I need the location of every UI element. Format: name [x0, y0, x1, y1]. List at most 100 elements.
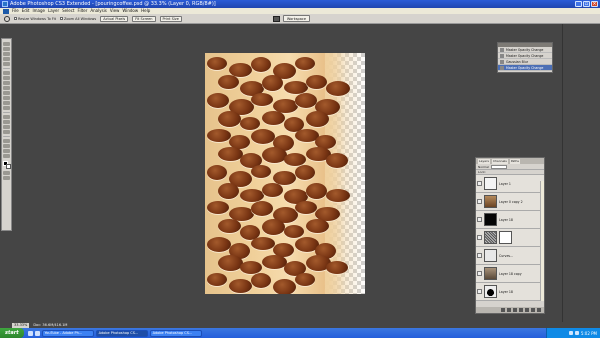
taskbar-item[interactable]: Adobe Photoshop CS... [149, 329, 202, 337]
notes-tool-icon[interactable] [3, 139, 10, 143]
maximize-button[interactable]: ▫ [583, 1, 590, 7]
type-tool-icon[interactable] [3, 120, 10, 124]
adjustment-layer-icon[interactable] [519, 308, 523, 312]
start-button[interactable]: start [0, 328, 24, 338]
layer-thumbnail [484, 177, 497, 190]
texture-oval [326, 153, 348, 168]
fit-screen-button[interactable]: Fit Screen [132, 15, 156, 22]
texture-oval [273, 279, 296, 294]
new-layer-icon[interactable] [531, 308, 535, 312]
gradient-tool-icon[interactable] [3, 96, 10, 100]
tab-layers[interactable]: Layers [478, 158, 490, 164]
history-state-icon [500, 47, 504, 52]
layer-name: Layer 18 [499, 289, 513, 294]
blend-mode-select[interactable]: Normal [478, 165, 489, 169]
windows-taskbar: start YouTube - Adobe Ph... Adobe Photos… [0, 328, 600, 338]
link-layers-icon[interactable] [501, 308, 505, 312]
quick-mask-icon[interactable] [3, 171, 10, 175]
visibility-eye-icon[interactable] [477, 253, 482, 258]
texture-oval [251, 237, 275, 250]
print-size-button[interactable]: Print Size [159, 15, 182, 22]
new-group-icon[interactable] [525, 308, 529, 312]
zoom-level-field[interactable]: 33.33% [12, 322, 30, 328]
palette-well-icon[interactable] [272, 15, 280, 22]
system-tray: 5:02 PM [546, 328, 600, 338]
dodge-tool-icon[interactable] [3, 106, 10, 110]
healing-brush-tool-icon[interactable] [3, 71, 10, 75]
texture-oval [295, 201, 317, 214]
history-state-icon [500, 53, 504, 58]
workspace-button[interactable]: Workspace [282, 15, 310, 22]
marquee-tool-icon[interactable] [3, 47, 10, 51]
magic-wand-tool-icon[interactable] [3, 57, 10, 61]
color-swatches[interactable] [2, 161, 11, 170]
actual-pixels-button[interactable]: Actual Pixels [100, 15, 129, 22]
zoom-tool-icon[interactable] [4, 15, 10, 22]
history-brush-tool-icon[interactable] [3, 86, 10, 90]
texture-oval [251, 165, 271, 178]
layers-scrollbar[interactable] [540, 181, 544, 301]
eraser-tool-icon[interactable] [3, 91, 10, 95]
texture-oval [218, 183, 239, 199]
layers-panel: Layers Channels Paths Normal Lock: Layer… [475, 157, 545, 314]
texture-oval [207, 273, 227, 286]
delete-layer-icon[interactable] [537, 308, 541, 312]
screen-mode-icon[interactable] [3, 176, 10, 180]
history-state-icon [500, 65, 504, 70]
layer-row[interactable] [476, 229, 544, 247]
pen-tool-icon[interactable] [3, 115, 10, 119]
blur-tool-icon[interactable] [3, 101, 10, 105]
layer-row[interactable]: Curves... [476, 247, 544, 265]
background-color[interactable] [5, 164, 11, 169]
brush-tool-icon[interactable] [3, 76, 10, 80]
shape-tool-icon[interactable] [3, 130, 10, 134]
visibility-eye-icon[interactable] [477, 235, 482, 240]
layer-name: Curves... [499, 253, 514, 258]
texture-oval [306, 111, 329, 127]
layer-row[interactable]: Layer 18 [476, 283, 544, 301]
history-item-active[interactable]: Master Opacity Change [498, 65, 552, 71]
minimize-button[interactable]: _ [575, 1, 582, 7]
tab-channels[interactable]: Channels [491, 158, 508, 164]
taskbar-item-active[interactable]: Adobe Photoshop CS... [95, 329, 148, 337]
path-selection-tool-icon[interactable] [3, 125, 10, 129]
close-button[interactable]: × [591, 1, 598, 7]
tray-icon[interactable] [568, 331, 573, 335]
move-tool-icon[interactable] [3, 42, 10, 46]
zoom-all-windows-checkbox[interactable]: Zoom All Windows [59, 17, 96, 21]
texture-oval [218, 111, 241, 127]
layer-row[interactable]: Layer 0 copy 2 [476, 193, 544, 211]
resize-windows-checkbox[interactable]: Resize Windows To Fit [14, 17, 56, 21]
texture-oval [306, 183, 327, 199]
texture-oval [326, 81, 350, 96]
layer-row[interactable]: Layer 18 [476, 211, 544, 229]
tray-icon[interactable] [574, 331, 579, 335]
visibility-eye-icon[interactable] [477, 217, 482, 222]
texture-oval [251, 273, 271, 288]
clone-stamp-tool-icon[interactable] [3, 81, 10, 85]
visibility-eye-icon[interactable] [477, 199, 482, 204]
texture-oval [284, 153, 306, 166]
layer-row[interactable]: Layer 1 [476, 175, 544, 193]
hand-tool-icon[interactable] [3, 149, 10, 153]
taskbar-item[interactable]: YouTube - Adobe Ph... [41, 329, 94, 337]
lasso-tool-icon[interactable] [3, 52, 10, 56]
layer-name: Layer 0 copy 2 [499, 199, 523, 204]
add-mask-icon[interactable] [513, 308, 517, 312]
visibility-eye-icon[interactable] [477, 271, 482, 276]
texture-oval [240, 261, 262, 274]
layer-style-icon[interactable] [507, 308, 511, 312]
quick-launch-icon[interactable] [34, 330, 40, 336]
document-canvas[interactable] [205, 53, 365, 294]
zoom-tool-icon[interactable] [3, 154, 10, 158]
visibility-eye-icon[interactable] [477, 289, 482, 294]
opacity-field[interactable] [490, 164, 507, 169]
eyedropper-tool-icon[interactable] [3, 144, 10, 148]
history-state-icon [500, 59, 504, 64]
layer-row[interactable]: Layer 18 copy [476, 265, 544, 283]
quick-launch-icon[interactable] [27, 330, 33, 336]
visibility-eye-icon[interactable] [477, 181, 482, 186]
texture-oval [207, 237, 231, 252]
tab-paths[interactable]: Paths [509, 158, 520, 164]
crop-tool-icon[interactable] [3, 62, 10, 66]
